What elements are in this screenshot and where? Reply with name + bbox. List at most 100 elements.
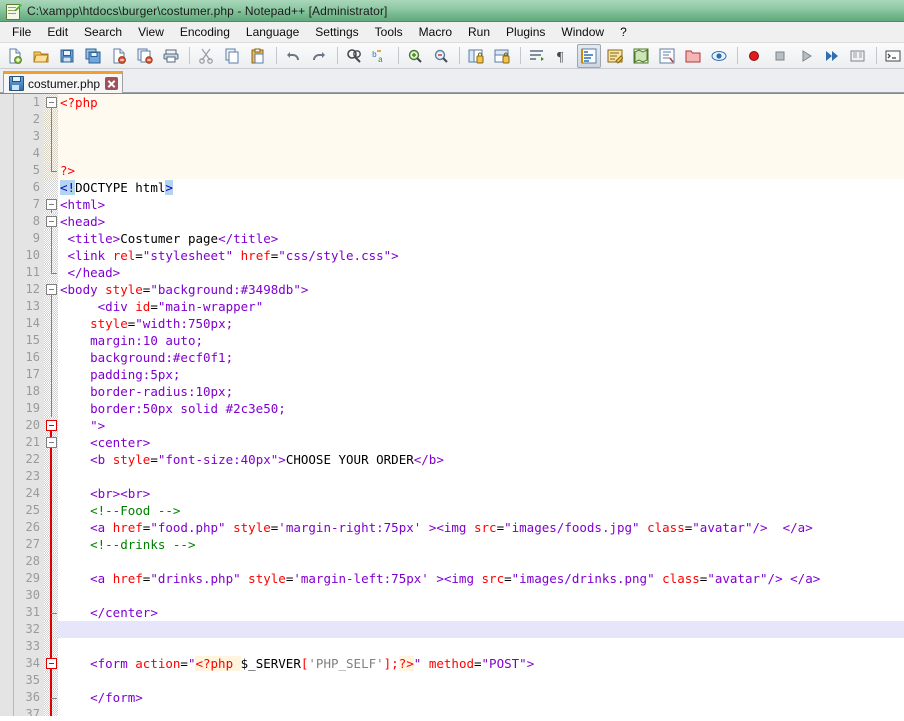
fold-margin[interactable] bbox=[44, 196, 58, 213]
fold-margin[interactable] bbox=[44, 298, 58, 315]
editor-line[interactable]: 9 <title>Costumer page</title> bbox=[0, 230, 904, 247]
toolbar-copy-button[interactable] bbox=[220, 44, 244, 68]
toolbar-function-list-button[interactable] bbox=[655, 44, 679, 68]
bookmark-margin[interactable] bbox=[0, 247, 14, 264]
fold-margin[interactable] bbox=[44, 247, 58, 264]
fold-margin[interactable] bbox=[44, 519, 58, 536]
toolbar-sync-vertical-scroll-button[interactable] bbox=[464, 44, 488, 68]
toolbar-save-all-button[interactable] bbox=[81, 44, 105, 68]
editor-line[interactable]: 27 <!--drinks --> bbox=[0, 536, 904, 553]
fold-margin[interactable] bbox=[44, 383, 58, 400]
fold-margin[interactable] bbox=[44, 553, 58, 570]
menu-item-language[interactable]: Language bbox=[238, 23, 307, 41]
editor-line[interactable]: 22 <b style="font-size:40px">CHOOSE YOUR… bbox=[0, 451, 904, 468]
editor-line[interactable]: 7 <html> bbox=[0, 196, 904, 213]
editor-line[interactable]: 28 bbox=[0, 553, 904, 570]
menu-item-tools[interactable]: Tools bbox=[367, 23, 411, 41]
bookmark-margin[interactable] bbox=[0, 230, 14, 247]
bookmark-margin[interactable] bbox=[0, 536, 14, 553]
editor-line[interactable]: 37 bbox=[0, 706, 904, 716]
editor-line[interactable]: 13 <div id="main-wrapper" bbox=[0, 298, 904, 315]
editor-line[interactable]: 23 bbox=[0, 468, 904, 485]
menu-item-run[interactable]: Run bbox=[460, 23, 498, 41]
code-editor[interactable]: 1 <?php 2 3 4 5 ?> 6 <!DOCTYPE html> 7 <html> 8 <hea… bbox=[0, 93, 904, 716]
editor-line[interactable]: 5 ?> bbox=[0, 162, 904, 179]
bookmark-margin[interactable] bbox=[0, 553, 14, 570]
bookmark-margin[interactable] bbox=[0, 366, 14, 383]
toolbar-folder-as-workspace-button[interactable] bbox=[681, 44, 705, 68]
toolbar-macro-play-button[interactable] bbox=[794, 44, 818, 68]
fold-margin[interactable] bbox=[44, 111, 58, 128]
bookmark-margin[interactable] bbox=[0, 706, 14, 716]
toolbar-replace-button[interactable]: ba bbox=[368, 44, 392, 68]
editor-line[interactable]: 6 <!DOCTYPE html> bbox=[0, 179, 904, 196]
editor-line[interactable]: 8 <head> bbox=[0, 213, 904, 230]
editor-line[interactable]: 10 <link rel="stylesheet" href="css/styl… bbox=[0, 247, 904, 264]
fold-margin[interactable] bbox=[44, 400, 58, 417]
fold-margin[interactable] bbox=[44, 213, 58, 230]
bookmark-margin[interactable] bbox=[0, 570, 14, 587]
bookmark-margin[interactable] bbox=[0, 655, 14, 672]
toolbar-cut-button[interactable] bbox=[194, 44, 218, 68]
toolbar-sync-horizontal-scroll-button[interactable] bbox=[490, 44, 514, 68]
fold-margin[interactable] bbox=[44, 349, 58, 366]
fold-margin[interactable] bbox=[44, 638, 58, 655]
toolbar-macro-save-button[interactable] bbox=[846, 44, 870, 68]
fold-margin[interactable] bbox=[44, 485, 58, 502]
bookmark-margin[interactable] bbox=[0, 417, 14, 434]
toolbar-run-console-button[interactable] bbox=[881, 44, 904, 68]
toolbar-macro-run-multiple-button[interactable] bbox=[820, 44, 844, 68]
bookmark-margin[interactable] bbox=[0, 332, 14, 349]
fold-margin[interactable] bbox=[44, 587, 58, 604]
bookmark-margin[interactable] bbox=[0, 672, 14, 689]
bookmark-margin[interactable] bbox=[0, 604, 14, 621]
menu-item-settings[interactable]: Settings bbox=[307, 23, 366, 41]
toolbar-user-defined-language-button[interactable] bbox=[603, 44, 627, 68]
bookmark-margin[interactable] bbox=[0, 485, 14, 502]
menu-item-plugins[interactable]: Plugins bbox=[498, 23, 553, 41]
toolbar-find-button[interactable] bbox=[342, 44, 366, 68]
editor-line[interactable]: 26 <a href="food.php" style='margin-righ… bbox=[0, 519, 904, 536]
fold-margin[interactable] bbox=[44, 570, 58, 587]
editor-line[interactable]: 21 <center> bbox=[0, 434, 904, 451]
editor-line[interactable]: 33 bbox=[0, 638, 904, 655]
fold-margin[interactable] bbox=[44, 315, 58, 332]
toolbar-word-wrap-button[interactable] bbox=[525, 44, 549, 68]
bookmark-margin[interactable] bbox=[0, 621, 14, 638]
menu-item-[interactable]: ? bbox=[612, 23, 635, 41]
fold-margin[interactable] bbox=[44, 94, 58, 111]
editor-line[interactable]: 25 <!--Food --> bbox=[0, 502, 904, 519]
toolbar-document-map-button[interactable] bbox=[629, 44, 653, 68]
fold-margin[interactable] bbox=[44, 706, 58, 716]
fold-margin[interactable] bbox=[44, 264, 58, 281]
fold-margin[interactable] bbox=[44, 145, 58, 162]
toolbar-zoom-out-button[interactable] bbox=[429, 44, 453, 68]
bookmark-margin[interactable] bbox=[0, 94, 14, 111]
tab-costumer-php[interactable]: costumer.php bbox=[3, 71, 124, 93]
menu-item-edit[interactable]: Edit bbox=[39, 23, 76, 41]
fold-margin[interactable] bbox=[44, 655, 58, 672]
editor-line[interactable]: 32 bbox=[0, 621, 904, 638]
toolbar-monitoring-button[interactable] bbox=[707, 44, 731, 68]
editor-line[interactable]: 12 <body style="background:#3498db"> bbox=[0, 281, 904, 298]
fold-margin[interactable] bbox=[44, 502, 58, 519]
bookmark-margin[interactable] bbox=[0, 400, 14, 417]
bookmark-margin[interactable] bbox=[0, 468, 14, 485]
bookmark-margin[interactable] bbox=[0, 638, 14, 655]
fold-margin[interactable] bbox=[44, 332, 58, 349]
fold-margin[interactable] bbox=[44, 689, 58, 706]
bookmark-margin[interactable] bbox=[0, 111, 14, 128]
editor-line[interactable]: 34 <form action="<?php $_SERVER['PHP_SEL… bbox=[0, 655, 904, 672]
editor-line[interactable]: 2 bbox=[0, 111, 904, 128]
toolbar-indent-guide-button[interactable] bbox=[577, 43, 601, 68]
bookmark-margin[interactable] bbox=[0, 689, 14, 706]
bookmark-margin[interactable] bbox=[0, 587, 14, 604]
fold-margin[interactable] bbox=[44, 417, 58, 434]
toolbar-undo-button[interactable] bbox=[281, 44, 305, 68]
fold-margin[interactable] bbox=[44, 621, 58, 638]
toolbar-macro-stop-button[interactable] bbox=[768, 44, 792, 68]
bookmark-margin[interactable] bbox=[0, 349, 14, 366]
bookmark-margin[interactable] bbox=[0, 213, 14, 230]
editor-line[interactable]: 14 style="width:750px; bbox=[0, 315, 904, 332]
toolbar-new-file-button[interactable] bbox=[3, 44, 27, 68]
